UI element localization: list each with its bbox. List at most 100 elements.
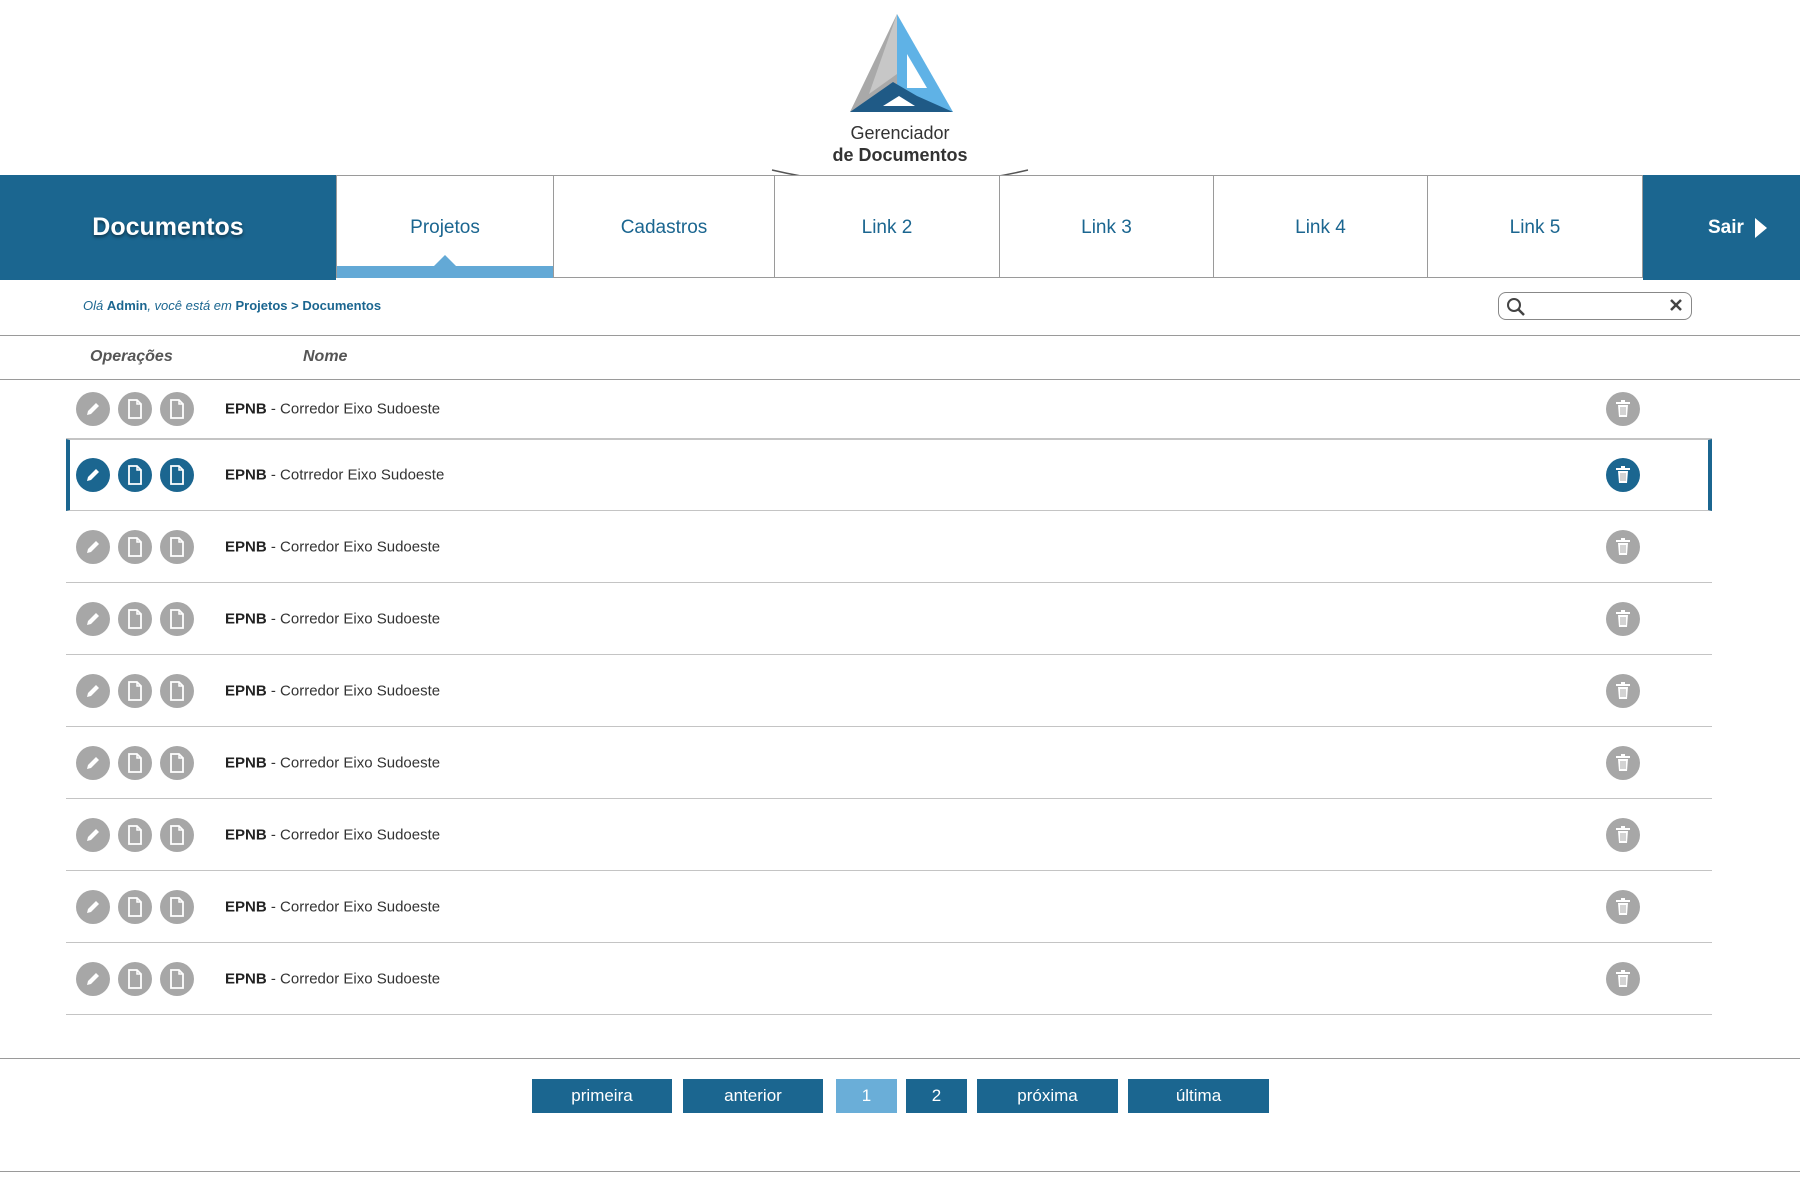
document-separator: - — [266, 898, 281, 915]
document-icon[interactable] — [160, 961, 194, 996]
document-name: EPNB - Corredor Eixo Sudoeste — [225, 898, 440, 915]
document-separator: - — [266, 538, 281, 555]
search-box — [1498, 292, 1692, 320]
trash-icon[interactable] — [1606, 601, 1640, 636]
document-icon[interactable] — [118, 889, 152, 924]
document-description: Corredor Eixo Sudoeste — [280, 538, 441, 555]
document-code: EPNB — [225, 610, 267, 627]
search-icon[interactable] — [1506, 297, 1526, 317]
breadcrumb-documentos[interactable]: Documentos — [302, 298, 381, 313]
clear-search-icon[interactable] — [1669, 298, 1683, 312]
document-separator: - — [266, 400, 281, 418]
greeting-text: Olá — [83, 298, 104, 313]
app-logo: Gerenciador de Documentos — [760, 0, 1040, 190]
table-row[interactable]: EPNB - Corredor Eixo Sudoeste — [66, 943, 1712, 1015]
pencil-icon[interactable] — [76, 889, 110, 924]
document-icon[interactable] — [160, 529, 194, 564]
document-code: EPNB — [225, 826, 267, 843]
pencil-icon[interactable] — [76, 458, 110, 492]
next-page-button[interactable]: próxima — [977, 1079, 1118, 1113]
exit-label: Sair — [1708, 217, 1744, 238]
exit-button[interactable]: Sair — [1643, 175, 1800, 280]
user-name: Admin — [106, 298, 148, 313]
document-code: EPNB — [225, 754, 267, 771]
document-code: EPNB — [225, 970, 267, 987]
document-icon[interactable] — [118, 961, 152, 996]
document-icon[interactable] — [160, 458, 194, 492]
pencil-icon[interactable] — [76, 673, 110, 708]
table-row[interactable]: EPNB - Corredor Eixo Sudoeste — [66, 871, 1712, 943]
document-separator: - — [266, 466, 281, 484]
document-code: EPNB — [225, 538, 267, 555]
document-icon[interactable] — [118, 673, 152, 708]
trash-icon[interactable] — [1606, 745, 1640, 780]
pencil-icon[interactable] — [76, 961, 110, 996]
document-icon[interactable] — [118, 529, 152, 564]
document-icon[interactable] — [160, 817, 194, 852]
document-icon[interactable] — [160, 392, 194, 426]
trash-icon[interactable] — [1606, 458, 1640, 492]
document-code: EPNB — [225, 682, 267, 699]
column-header-nome: Nome — [303, 348, 348, 365]
page-button-1[interactable]: 1 — [836, 1079, 897, 1113]
table-row[interactable]: EPNB - Corredor Eixo Sudoeste — [66, 655, 1712, 727]
document-icon[interactable] — [160, 673, 194, 708]
table-row[interactable]: EPNB - Corredor Eixo Sudoeste — [66, 511, 1712, 583]
document-icon[interactable] — [160, 601, 194, 636]
section-title: Documentos — [0, 175, 336, 280]
page-button-2[interactable]: 2 — [906, 1079, 967, 1113]
arrow-right-icon — [1755, 218, 1767, 238]
table-row[interactable]: EPNB - Corredor Eixo Sudoeste — [66, 583, 1712, 655]
trash-icon[interactable] — [1606, 529, 1640, 564]
previous-page-button[interactable]: anterior — [683, 1079, 823, 1113]
pencil-icon[interactable] — [76, 817, 110, 852]
trash-icon[interactable] — [1606, 817, 1640, 852]
search-input[interactable] — [1533, 296, 1665, 316]
tab-cadastros[interactable]: Cadastros — [554, 175, 775, 278]
trash-icon[interactable] — [1606, 392, 1640, 426]
document-icon[interactable] — [118, 392, 152, 426]
table-row[interactable]: EPNB - Corredor Eixo Sudoeste — [66, 727, 1712, 799]
document-icon[interactable] — [118, 458, 152, 492]
table-row[interactable]: EPNB - Corredor Eixo Sudoeste — [66, 380, 1712, 439]
document-description: Corredor Eixo Sudoeste — [280, 610, 441, 627]
document-description: Corredor Eixo Sudoeste — [280, 898, 441, 915]
pencil-icon[interactable] — [76, 601, 110, 636]
document-code: EPNB — [225, 898, 267, 915]
document-name: EPNB - Corredor Eixo Sudoeste — [225, 826, 440, 843]
trash-icon[interactable] — [1606, 889, 1640, 924]
document-name: EPNB - Corredor Eixo Sudoeste — [225, 754, 440, 771]
table-row[interactable]: EPNB - Corredor Eixo Sudoeste — [66, 799, 1712, 871]
document-icon[interactable] — [160, 889, 194, 924]
document-code: EPNB — [225, 466, 267, 484]
tab-projetos[interactable]: Projetos — [336, 175, 554, 278]
table-row[interactable]: EPNB - Cotrredor Eixo Sudoeste — [66, 439, 1712, 511]
document-icon[interactable] — [118, 817, 152, 852]
pencil-icon[interactable] — [76, 745, 110, 780]
document-separator: - — [266, 754, 281, 771]
document-separator: - — [266, 826, 281, 843]
document-icon[interactable] — [118, 601, 152, 636]
pencil-icon[interactable] — [76, 392, 110, 426]
document-name: EPNB - Cotrredor Eixo Sudoeste — [225, 467, 444, 484]
breadcrumb-separator: > — [291, 298, 299, 313]
main-navbar: Documentos Projetos Cadastros Link 2 Lin… — [0, 175, 1800, 280]
document-code: EPNB — [225, 400, 267, 418]
breadcrumb: Olá Admin, você está em Projetos > Docum… — [83, 298, 381, 313]
document-icon[interactable] — [160, 745, 194, 780]
tab-link-3[interactable]: Link 3 — [1000, 175, 1214, 278]
divider — [0, 1058, 1800, 1059]
tab-link-5[interactable]: Link 5 — [1428, 175, 1643, 278]
last-page-button[interactable]: última — [1128, 1079, 1269, 1113]
trash-icon[interactable] — [1606, 961, 1640, 996]
tab-link-4[interactable]: Link 4 — [1214, 175, 1428, 278]
trash-icon[interactable] — [1606, 673, 1640, 708]
document-description: Corredor Eixo Sudoeste — [280, 970, 441, 987]
tab-link-2[interactable]: Link 2 — [775, 175, 1000, 278]
pagination: primeira anterior 1 2 próxima última — [0, 1079, 1800, 1113]
document-name: EPNB - Corredor Eixo Sudoeste — [225, 682, 440, 699]
pencil-icon[interactable] — [76, 529, 110, 564]
first-page-button[interactable]: primeira — [532, 1079, 672, 1113]
breadcrumb-projetos[interactable]: Projetos — [235, 298, 287, 313]
document-icon[interactable] — [118, 745, 152, 780]
